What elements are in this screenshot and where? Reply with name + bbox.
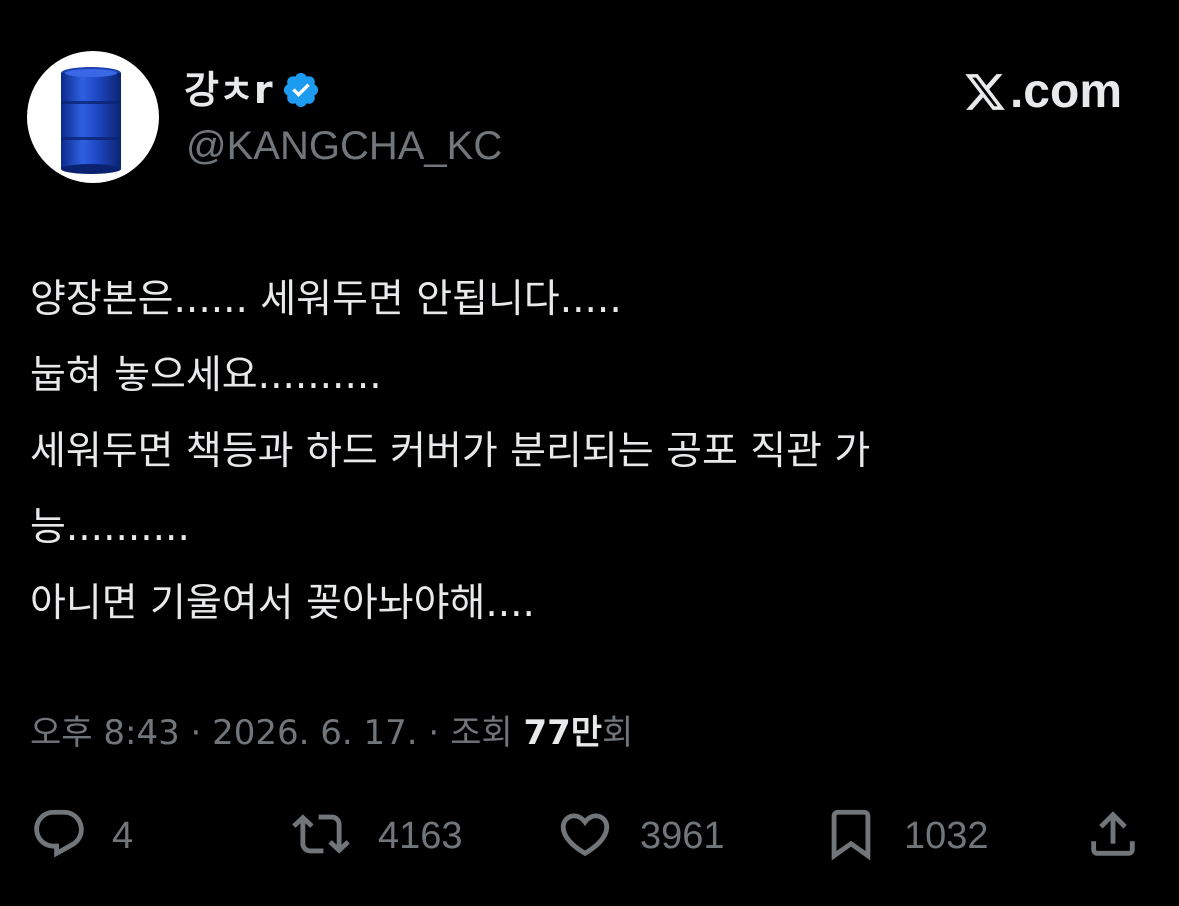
- like-count: 3961: [640, 814, 725, 857]
- tweet-time[interactable]: 오후 8:43: [30, 713, 180, 753]
- x-logo-icon: [962, 70, 1008, 114]
- share-icon: [1084, 805, 1142, 867]
- author-display-name[interactable]: 강ㅊr: [184, 64, 273, 116]
- bookmark-button[interactable]: 1032: [822, 806, 989, 866]
- tweet-line: 능..........: [30, 505, 190, 550]
- brand-text: .com: [1009, 65, 1122, 118]
- reply-count: 4: [112, 814, 134, 857]
- reply-button[interactable]: 4: [30, 806, 133, 866]
- tweet-line: 양장본은...... 세워두면 안됩니다.....: [30, 277, 622, 322]
- tweet-date[interactable]: 2026. 6. 17.: [212, 713, 417, 753]
- tweet-meta: 오후 8:43 · 2026. 6. 17. · 조회 77만회: [30, 708, 633, 758]
- repost-count: 4163: [378, 814, 463, 857]
- tweet-line: 눕혀 놓으세요..........: [30, 353, 382, 398]
- bookmark-count: 1032: [904, 814, 989, 857]
- author-display-name-row[interactable]: 강ㅊr: [184, 64, 321, 116]
- meta-separator: ·: [179, 713, 213, 753]
- tweet-line: 세워두면 책등과 하드 커버가 분리되는 공포 직관 가: [30, 429, 871, 474]
- bookmark-icon: [822, 805, 880, 867]
- repost-icon: [288, 805, 354, 867]
- action-bar: 4 4163 3961 1032: [0, 806, 1179, 866]
- author-handle[interactable]: @KANGCHA_KC: [186, 120, 502, 172]
- tweet-line: 아니면 기울여서 꽂아놔야해....: [30, 581, 535, 626]
- repost-button[interactable]: 4163: [288, 806, 463, 866]
- like-button[interactable]: 3961: [554, 806, 725, 866]
- brand-x-com: .com: [962, 62, 1122, 122]
- views-count: 77만: [523, 713, 603, 753]
- views-label: 조회: [450, 713, 513, 753]
- heart-icon: [554, 805, 616, 867]
- tweet-text: 양장본은...... 세워두면 안됩니다..... 눕혀 놓으세요.......…: [30, 262, 1150, 642]
- avatar[interactable]: [27, 51, 159, 183]
- blue-barrel-icon: [61, 67, 121, 174]
- reply-icon: [30, 805, 88, 867]
- views-suffix: 회: [602, 713, 634, 753]
- share-button[interactable]: [1084, 806, 1142, 866]
- meta-separator: ·: [417, 713, 451, 753]
- verified-badge-icon: [281, 70, 321, 110]
